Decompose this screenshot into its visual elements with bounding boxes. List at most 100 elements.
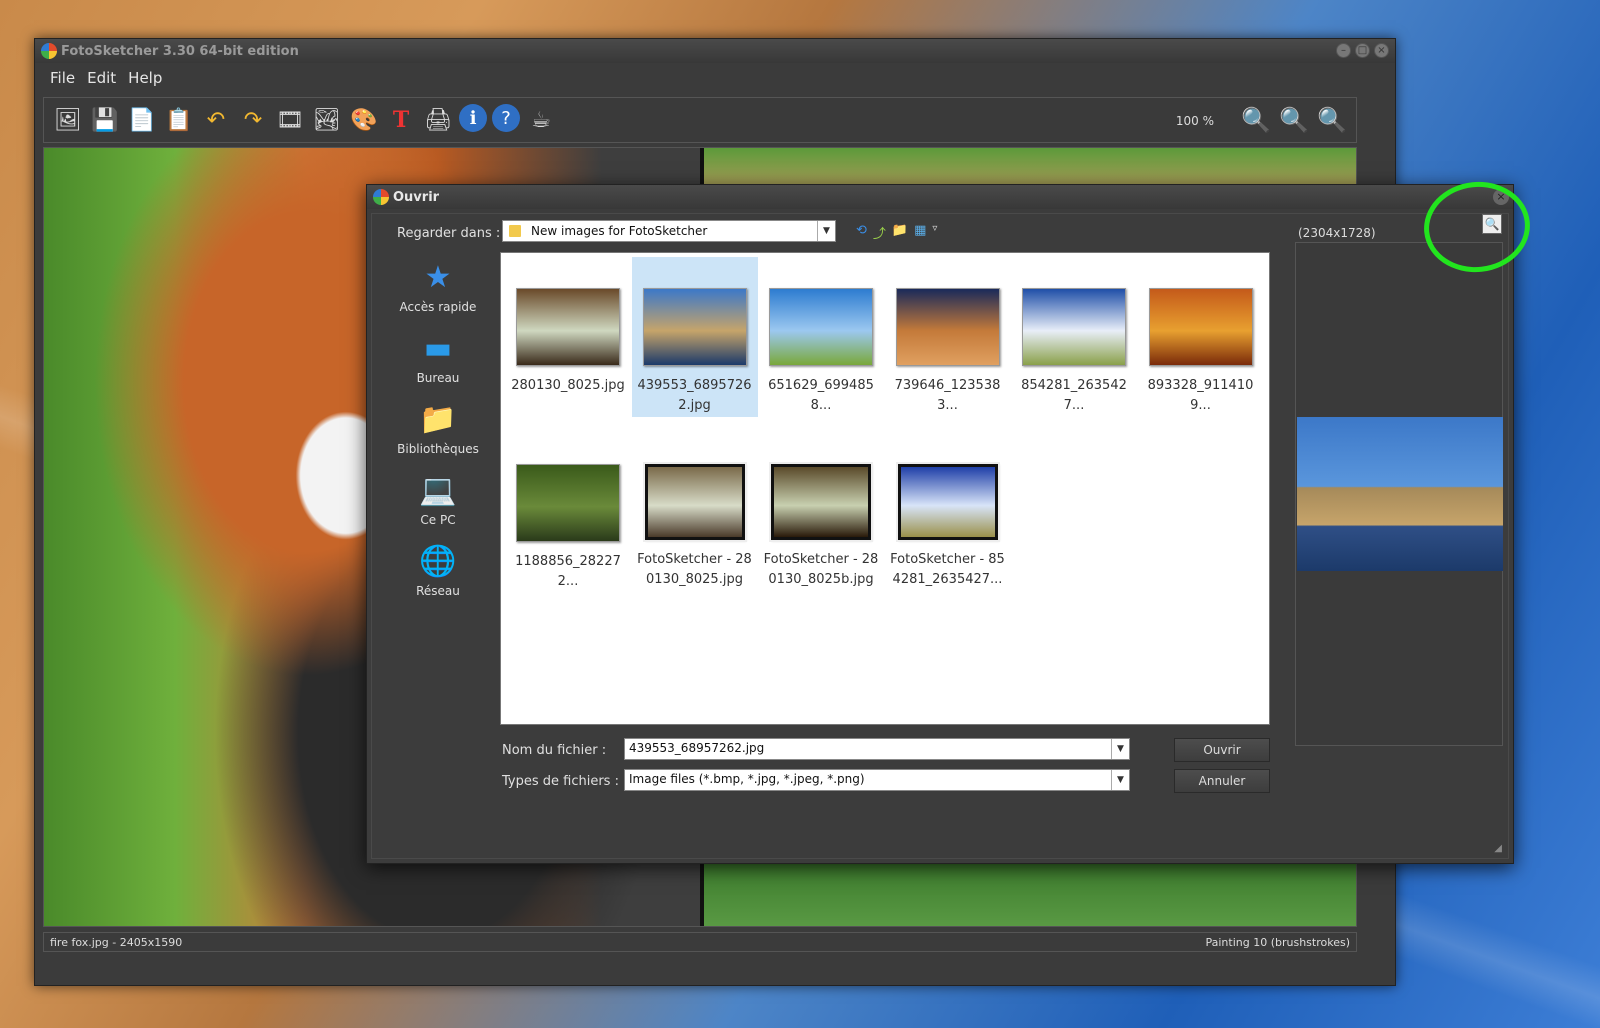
image-icon[interactable]: 🏞 [311,104,343,136]
main-titlebar[interactable]: FotoSketcher 3.30 64-bit edition – □ × [35,39,1395,63]
file-item[interactable]: 651629_6994858... [758,257,884,417]
dialog-body: Regarder dans : New images for FotoSketc… [371,213,1509,859]
place-label: Réseau [416,584,460,598]
file-name: 280130_8025.jpg [511,378,625,393]
status-file-info: fire fox.jpg - 2405x1590 [50,935,183,949]
file-name: 893328_9114109... [1147,378,1254,413]
preview-dimensions: (2304x1728) [1298,226,1376,240]
file-list[interactable]: 280130_8025.jpg 439553_68957262.jpg 651629… [500,252,1270,725]
file-thumbnail [642,288,747,366]
folder-icon [509,225,521,237]
nav-toolbar: ⟲ ⤴ 📁 ▦ ▿ [856,223,937,242]
view-dropdown-icon[interactable]: ▿ [932,223,937,242]
info-icon[interactable]: ℹ [459,104,487,132]
file-thumbnail [642,462,747,542]
file-item[interactable]: FotoSketcher - 280130_8025b.jpg [758,433,884,593]
help-icon[interactable]: ? [492,104,520,132]
place-label: Accès rapide [399,300,477,314]
file-item[interactable]: 739646_1235383... [885,257,1011,417]
zoom-level: 100 % [1175,114,1214,128]
file-thumbnail [1148,288,1253,366]
filename-input[interactable]: 439553_68957262.jpg ▼ [624,738,1130,760]
menu-help[interactable]: Help [127,67,163,89]
star-icon: ★ [424,260,452,295]
save-icon[interactable]: 💾 [89,104,121,136]
computer-icon: 💻 [419,473,457,508]
file-thumbnail [895,462,1000,542]
desktop-icon: ▬ [423,331,453,366]
look-in-value: New images for FotoSketcher [531,224,708,238]
place-desktop[interactable]: ▬ Bureau [396,327,480,398]
paste-icon[interactable]: 📋 [163,104,195,136]
palette-icon[interactable]: 🎨 [348,104,380,136]
open-icon[interactable]: 🖼 [52,104,84,136]
chevron-down-icon[interactable]: ▼ [1111,739,1129,759]
copy-icon[interactable]: 📄 [126,104,158,136]
undo-icon[interactable]: ↶ [200,104,232,136]
print-icon[interactable]: 🖨 [422,104,454,136]
coffee-icon[interactable]: ☕ [525,104,557,136]
film-icon[interactable]: 🎞 [274,104,306,136]
file-item[interactable]: 893328_9114109... [1138,257,1264,417]
filename-value: 439553_68957262.jpg [629,741,765,755]
network-icon: 🌐 [419,544,457,579]
file-name: 439553_68957262.jpg [637,378,752,413]
view-menu-icon[interactable]: ▦ [914,223,926,242]
zoom-in-icon[interactable]: 🔍 [1316,104,1348,136]
file-name: 739646_1235383... [894,378,1001,413]
file-name: FotoSketcher - 854281_2635427... [890,552,1005,587]
file-item[interactable]: FotoSketcher - 280130_8025.jpg [632,433,758,593]
file-name: 854281_2635427... [1021,378,1127,413]
dialog-titlebar[interactable]: Ouvrir × [367,185,1513,209]
file-item[interactable]: FotoSketcher - 854281_2635427... [885,433,1011,593]
file-thumbnail [769,288,873,366]
file-name: 1188856_282272... [515,554,621,589]
zoom-out-icon[interactable]: 🔍 [1240,104,1272,136]
filetype-label: Types de fichiers : [502,774,619,789]
dialog-title: Ouvrir [393,189,440,205]
file-thumbnail [769,462,873,542]
chevron-down-icon[interactable]: ▼ [817,221,835,241]
fotosketcher-logo-icon [41,43,57,59]
filetype-select[interactable]: Image files (*.bmp, *.jpg, *.jpeg, *.png… [624,769,1130,791]
zoom-fit-icon[interactable]: 🔍 [1278,104,1310,136]
menu-file[interactable]: File [49,67,76,89]
text-icon[interactable]: T [385,104,417,136]
file-thumbnail [516,464,620,542]
open-button[interactable]: Ouvrir [1174,738,1270,762]
place-this-pc[interactable]: 💻 Ce PC [396,469,480,540]
file-name: FotoSketcher - 280130_8025.jpg [637,552,752,587]
place-label: Ce PC [420,513,456,527]
file-item[interactable]: 439553_68957262.jpg [631,257,758,417]
file-item[interactable]: 1188856_282272... [505,433,631,593]
maximize-button[interactable]: □ [1355,43,1370,58]
look-in-label: Regarder dans : [397,226,501,241]
new-folder-icon[interactable]: 📁 [892,223,908,242]
toolbar: 🖼 💾 📄 📋 ↶ ↷ 🎞 🏞 🎨 T 🖨 ℹ? ☕ 100 % 🔍 🔍 🔍 [43,97,1357,143]
look-in-combo[interactable]: New images for FotoSketcher ▼ [502,220,836,242]
back-icon[interactable]: ⟲ [856,223,867,242]
place-libraries[interactable]: 📁 Bibliothèques [396,398,480,469]
fotosketcher-logo-icon [373,189,389,205]
redo-icon[interactable]: ↷ [237,104,269,136]
place-label: Bibliothèques [397,442,479,456]
place-label: Bureau [416,371,460,385]
preview-image [1297,417,1503,571]
open-dialog: Ouvrir × Regarder dans : New images for … [366,184,1514,864]
status-effect: Painting 10 (brushstrokes) [1205,935,1350,949]
file-thumbnail [1022,288,1126,366]
menu-edit[interactable]: Edit [86,67,117,89]
file-thumbnail [516,288,620,366]
library-folder-icon: 📁 [419,402,457,437]
file-item[interactable]: 854281_2635427... [1011,257,1137,417]
cancel-button[interactable]: Annuler [1174,769,1270,793]
resize-grip-icon[interactable]: ◢ [1494,843,1502,854]
place-quick-access[interactable]: ★ Accès rapide [396,256,480,327]
chevron-down-icon[interactable]: ▼ [1111,770,1129,790]
places-bar: ★ Accès rapide ▬ Bureau 📁 Bibliothèques 💻 Ce PC… [396,256,480,611]
place-network[interactable]: 🌐 Réseau [396,540,480,611]
up-folder-icon[interactable]: ⤴ [873,223,886,242]
close-button[interactable]: × [1374,43,1389,58]
minimize-button[interactable]: – [1336,43,1351,58]
file-item[interactable]: 280130_8025.jpg [505,257,631,417]
